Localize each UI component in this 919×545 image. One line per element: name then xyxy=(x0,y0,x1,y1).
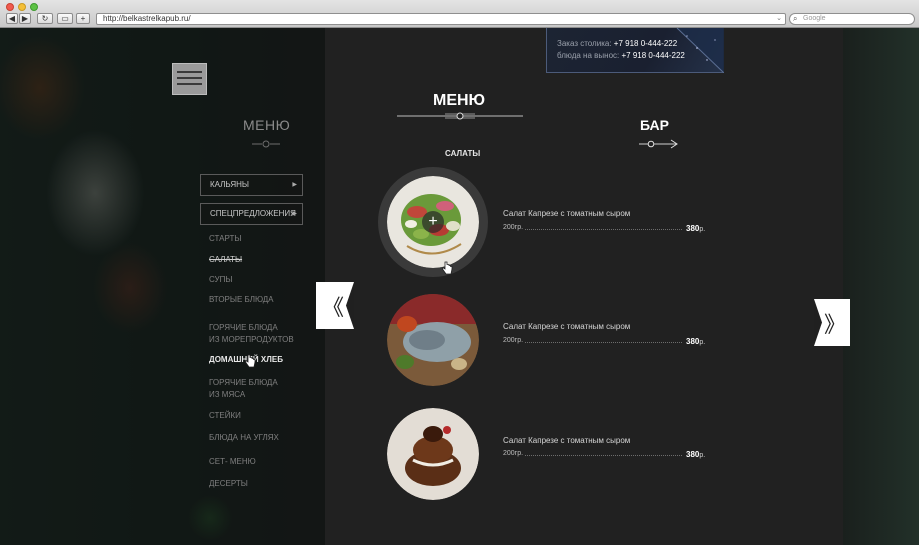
chevron-left-icon: 《 xyxy=(322,296,345,321)
search-input[interactable]: ⌕ Google xyxy=(789,13,915,25)
sidebar-item-set-menu[interactable]: СЕТ- МЕНЮ xyxy=(209,456,256,468)
tab-menu-underline-icon xyxy=(397,112,523,120)
zoom-window-icon[interactable] xyxy=(30,3,38,11)
fish-plate-image xyxy=(387,294,479,386)
search-placeholder: Google xyxy=(803,15,826,22)
new-tab-icon[interactable]: + xyxy=(76,13,90,24)
dish-price-currency: р. xyxy=(699,452,706,459)
sidebar-item-steaks[interactable]: СТЕЙКИ xyxy=(209,410,241,422)
dish-name: Салат Капрезе с томатным сыром xyxy=(503,209,631,218)
dish-price: 380р. xyxy=(686,450,705,459)
reload-icon[interactable]: ↻ xyxy=(37,13,53,24)
sidebar-item-starters[interactable]: СТАРТЫ xyxy=(209,233,241,245)
browser-toolbar: ◀ ▶ ↻ ▭ + http://belkastrelkapub.ru/ ⌄ ⌕… xyxy=(0,0,919,28)
add-dish-icon[interactable]: + xyxy=(422,211,444,233)
sidebar-item-mains[interactable]: ВТОРЫЕ БЛЮДА xyxy=(209,294,274,306)
sidebar-button-label: СПЕЦПРЕДЛОЖЕНИЯ xyxy=(210,209,296,218)
minimize-window-icon[interactable] xyxy=(18,3,26,11)
sidebar-item-hot-meat-line2[interactable]: ИЗ МЯСА xyxy=(209,389,245,401)
sidebar-item-grill[interactable]: БЛЮДА НА УГЛЯХ xyxy=(209,432,279,444)
sidebar-item-hot-seafood-line2[interactable]: ИЗ МОРЕПРОДУКТОВ xyxy=(209,334,294,346)
sidebar-item-hot-seafood-line1[interactable]: ГОРЯЧИЕ БЛЮДА xyxy=(209,322,278,334)
back-icon[interactable]: ◀ xyxy=(6,13,18,24)
page: МЕНЮ КАЛЬЯНЫ ▶ СПЕЦПРЕДЛОЖЕНИЯ ▶ СТАРТЫ … xyxy=(0,28,919,545)
takeaway-line: блюда на вынос: +7 918 0-444-222 xyxy=(557,51,685,60)
dish-price-value: 380 xyxy=(686,450,700,459)
close-window-icon[interactable] xyxy=(6,3,14,11)
sidebar-title: МЕНЮ xyxy=(243,117,291,133)
next-page-button[interactable]: 》 xyxy=(814,299,850,346)
reader-icon[interactable]: ▭ xyxy=(57,13,73,24)
table-booking-label: Заказ столика: xyxy=(557,39,612,48)
forward-icon[interactable]: ▶ xyxy=(19,13,31,24)
dish-leader-dots xyxy=(525,455,682,456)
dish-price-value: 380 xyxy=(686,224,700,233)
sidebar-item-hot-meat-line1[interactable]: ГОРЯЧИЕ БЛЮДА xyxy=(209,377,278,389)
hand-cursor-icon xyxy=(245,354,256,368)
sidebar-item-salads[interactable]: САЛАТЫ xyxy=(209,254,242,266)
contact-banner: Заказ столика: +7 918 0-444-222 блюда на… xyxy=(546,28,724,73)
hamburger-menu-icon[interactable] xyxy=(172,63,207,95)
address-text: http://belkastrelkapub.ru/ xyxy=(103,14,191,23)
search-icon: ⌕ xyxy=(793,14,798,23)
dish-price-value: 380 xyxy=(686,337,700,346)
background-photo-right xyxy=(843,28,919,545)
table-booking-line: Заказ столика: +7 918 0-444-222 xyxy=(557,39,677,48)
dish-name: Салат Капрезе с томатным сыром xyxy=(503,322,631,331)
dish-name: Салат Капрезе с томатным сыром xyxy=(503,436,631,445)
sidebar-divider-icon xyxy=(252,140,280,148)
tab-menu[interactable]: МЕНЮ xyxy=(433,92,485,110)
tab-bar-arrow-icon xyxy=(639,139,678,149)
sidebar-button-hookahs[interactable]: КАЛЬЯНЫ ▶ xyxy=(200,174,303,196)
sidebar-button-specials[interactable]: СПЕЦПРЕДЛОЖЕНИЯ ▶ xyxy=(200,203,303,225)
dish-weight: 200гр. xyxy=(503,450,524,457)
sidebar-button-label: КАЛЬЯНЫ xyxy=(210,180,249,189)
caret-right-icon: ▶ xyxy=(292,182,297,188)
chevron-down-icon[interactable]: ⌄ xyxy=(776,14,782,24)
dish-price: 380р. xyxy=(686,224,705,233)
dish-weight: 200гр. xyxy=(503,337,524,344)
dish-photo-fish[interactable] xyxy=(387,294,479,386)
table-booking-phone[interactable]: +7 918 0-444-222 xyxy=(614,39,677,48)
dish-leader-dots xyxy=(525,342,682,343)
takeaway-phone[interactable]: +7 918 0-444-222 xyxy=(621,51,684,60)
cake-plate-image xyxy=(387,408,479,500)
sidebar-item-desserts[interactable]: ДЕСЕРТЫ xyxy=(209,478,248,490)
background-shade xyxy=(0,28,325,545)
takeaway-label: блюда на вынос: xyxy=(557,51,620,60)
dish-weight: 200гр. xyxy=(503,224,524,231)
hand-cursor-icon xyxy=(442,261,453,275)
chevron-right-icon: 》 xyxy=(824,313,847,338)
dish-price: 380р. xyxy=(686,337,705,346)
dish-photo-cake[interactable] xyxy=(387,408,479,500)
address-bar[interactable]: http://belkastrelkapub.ru/ ⌄ xyxy=(96,13,786,25)
section-title: САЛАТЫ xyxy=(445,149,481,158)
tab-bar[interactable]: БАР xyxy=(640,117,669,133)
dish-price-currency: р. xyxy=(699,339,706,346)
sidebar-item-soups[interactable]: СУПЫ xyxy=(209,274,232,286)
prev-page-button[interactable]: 《 xyxy=(316,282,354,329)
caret-right-icon: ▶ xyxy=(292,211,297,217)
dish-price-currency: р. xyxy=(699,226,706,233)
dish-leader-dots xyxy=(525,229,682,230)
